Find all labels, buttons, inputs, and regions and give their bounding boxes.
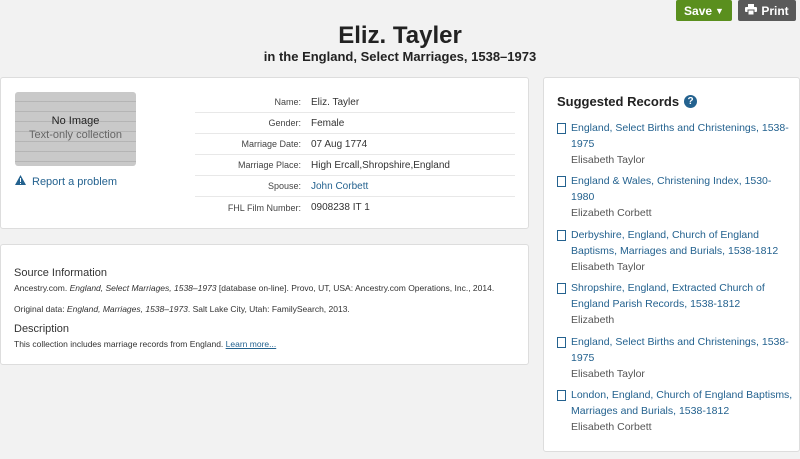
description-heading: Description xyxy=(14,323,70,335)
field-value: Eliz. Tayler xyxy=(311,96,360,108)
report-problem-label: Report a problem xyxy=(32,175,117,188)
source-heading: Source Information xyxy=(14,267,107,279)
field-value: Female xyxy=(311,117,345,129)
document-icon xyxy=(557,230,566,241)
suggested-record-title[interactable]: Shropshire, England, Extracted Church of… xyxy=(571,280,793,312)
original-prefix: Original data: xyxy=(14,304,67,314)
source-citation: Ancestry.com. England, Select Marriages,… xyxy=(14,283,494,293)
field-label: Marriage Date: xyxy=(241,139,301,149)
suggested-records-title: Suggested Records xyxy=(557,94,680,109)
save-button[interactable]: Save ▼ xyxy=(676,0,732,21)
field-label: Gender: xyxy=(268,118,301,128)
suggested-record-title[interactable]: England, Select Births and Christenings,… xyxy=(571,334,793,366)
field-label: FHL Film Number: xyxy=(227,202,301,213)
document-icon xyxy=(557,123,566,134)
print-label: Print xyxy=(761,3,789,18)
citation-collection: England, Select Marriages, 1538–1973 xyxy=(69,283,217,293)
field-label: Name: xyxy=(274,97,301,107)
field-value: 0908238 IT 1 xyxy=(311,202,370,213)
field-label: Marriage Place: xyxy=(237,160,301,170)
suggested-record-title[interactable]: London, England, Church of England Bapti… xyxy=(571,387,793,419)
suggested-record-title[interactable]: England & Wales, Christening Index, 1530… xyxy=(571,173,793,205)
save-label: Save xyxy=(684,3,713,18)
suggested-record[interactable]: England, Select Births and Christenings,… xyxy=(557,120,793,168)
suggested-record-name: Elizabeth xyxy=(571,314,615,326)
no-image-label: No Image xyxy=(51,115,100,127)
record-fields-table: Name: Eliz. Tayler Gender: Female Marria… xyxy=(195,92,515,218)
document-icon xyxy=(557,176,566,187)
suggested-record[interactable]: England, Select Births and Christenings,… xyxy=(557,334,793,382)
suggested-record-name: Elisabeth Taylor xyxy=(571,154,645,166)
suggested-record[interactable]: Shropshire, England, Extracted Church of… xyxy=(557,280,793,328)
suggested-record-title[interactable]: England, Select Births and Christenings,… xyxy=(571,120,793,152)
field-label: Spouse: xyxy=(267,181,301,191)
chevron-down-icon: ▼ xyxy=(715,5,724,16)
field-row-gender: Gender: Female xyxy=(195,113,515,134)
suggested-record-name: Elisabeth Corbett xyxy=(571,421,652,433)
description-body: This collection includes marriage record… xyxy=(14,339,226,349)
document-icon xyxy=(557,337,566,348)
description-text: This collection includes marriage record… xyxy=(14,339,276,349)
page-subtitle: in the England, Select Marriages, 1538–1… xyxy=(263,49,537,64)
field-row-marriage-date: Marriage Date: 07 Aug 1774 xyxy=(195,134,515,155)
suggested-record[interactable]: England & Wales, Christening Index, 1530… xyxy=(557,173,793,221)
original-collection: England, Marriages, 1538–1973 xyxy=(66,304,188,314)
help-icon[interactable]: ? xyxy=(684,95,698,108)
record-image-thumbnail[interactable]: No Image Text-only collection xyxy=(15,92,136,166)
suggested-record-name: Elisabeth Taylor xyxy=(571,368,645,380)
warning-icon xyxy=(15,175,26,188)
text-only-label: Text-only collection xyxy=(29,129,122,141)
document-icon xyxy=(557,390,566,401)
citation-prefix: Ancestry.com. xyxy=(14,283,70,293)
suggested-record-title[interactable]: Derbyshire, England, Church of England B… xyxy=(571,227,793,259)
printer-icon xyxy=(745,3,758,18)
print-button[interactable]: Print xyxy=(738,0,796,21)
field-row-marriage-place: Marriage Place: High Ercall,Shropshire,E… xyxy=(195,155,515,176)
toolbar: Save ▼ Print xyxy=(676,0,796,21)
document-icon xyxy=(557,283,566,294)
suggested-record-name: Elizabeth Corbett xyxy=(571,207,652,219)
suggested-record[interactable]: Derbyshire, England, Church of England B… xyxy=(557,227,793,275)
suggested-record-name: Elisabeth Taylor xyxy=(571,261,645,273)
field-row-name: Name: Eliz. Tayler xyxy=(195,92,515,113)
suggested-record[interactable]: London, England, Church of England Bapti… xyxy=(557,387,793,435)
report-problem-link[interactable]: Report a problem xyxy=(15,175,117,188)
citation-suffix: [database on-line]. Provo, UT, USA: Ance… xyxy=(216,283,495,293)
page-title: Eliz. Tayler xyxy=(338,22,462,49)
original-suffix: . Salt Lake City, Utah: FamilySearch, 20… xyxy=(187,304,350,314)
spouse-link[interactable]: John Corbett xyxy=(311,181,368,192)
field-value: High Ercall,Shropshire,England xyxy=(311,159,450,171)
original-data: Original data: England, Marriages, 1538–… xyxy=(14,304,350,314)
learn-more-link[interactable]: Learn more... xyxy=(226,339,277,349)
suggested-records-heading: Suggested Records ? xyxy=(557,94,698,109)
field-row-fhl-film: FHL Film Number: 0908238 IT 1 xyxy=(195,197,515,218)
field-row-spouse: Spouse: John Corbett xyxy=(195,176,515,197)
field-value: 07 Aug 1774 xyxy=(311,138,368,150)
